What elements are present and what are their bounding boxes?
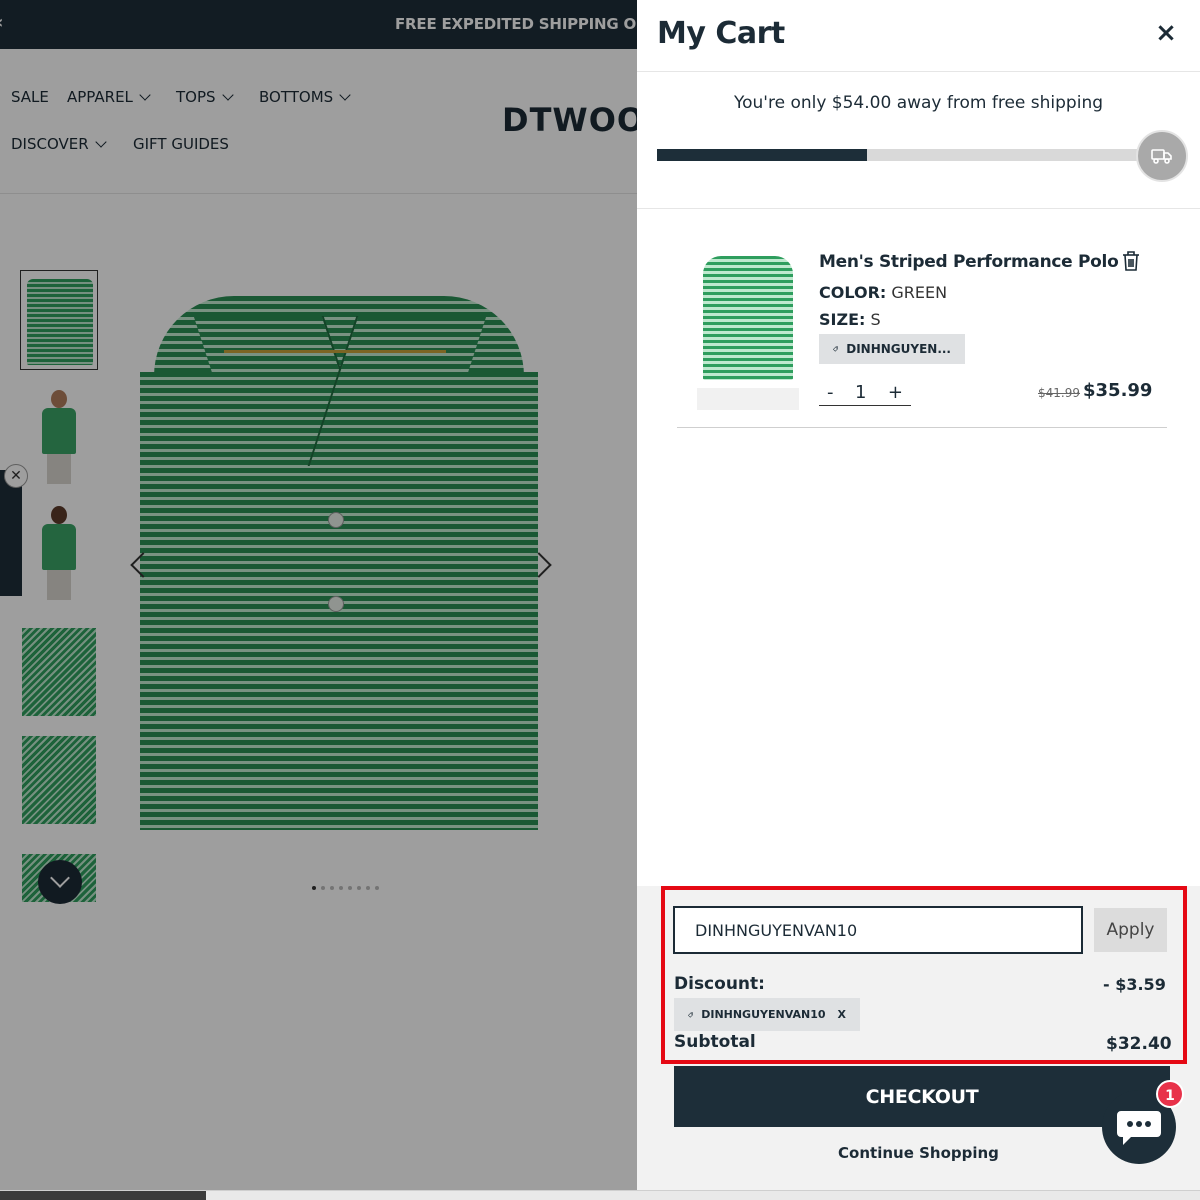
subtotal-label: Subtotal <box>674 1032 756 1052</box>
sale-price: $35.99 <box>1083 380 1153 401</box>
horizontal-scrollbar[interactable] <box>0 1190 1200 1200</box>
divider <box>637 208 1200 209</box>
item-discount-chip: DINHNGUYEN... <box>819 334 965 364</box>
cart-header: My Cart × <box>637 0 1200 72</box>
cart-item-name[interactable]: Men's Striped Performance Polo <box>819 252 1119 272</box>
cart-drawer: My Cart × You're only $54.00 away from f… <box>637 0 1200 1200</box>
color-value: GREEN <box>891 283 948 302</box>
qty-plus-button[interactable]: + <box>888 382 903 403</box>
original-price: $41.99 <box>1038 386 1080 400</box>
checkout-button[interactable]: CHECKOUT <box>674 1066 1170 1127</box>
tag-icon <box>688 1012 694 1018</box>
chat-icon <box>1117 1111 1161 1145</box>
size-label: SIZE: <box>819 310 866 329</box>
close-cart-button[interactable]: × <box>1151 18 1181 48</box>
cart-item-image[interactable] <box>697 246 799 410</box>
cart-item-size: SIZE: S <box>819 310 881 329</box>
cart-item-color: COLOR: GREEN <box>819 283 947 302</box>
truck-icon <box>1136 130 1188 182</box>
trash-icon[interactable] <box>1121 250 1143 274</box>
discount-code-input[interactable] <box>673 906 1083 954</box>
item-discount-code: DINHNGUYEN... <box>846 342 951 356</box>
chat-unread-badge: 1 <box>1156 1080 1184 1108</box>
qty-value[interactable]: 1 <box>855 382 866 403</box>
shipping-progress-bar <box>657 149 1157 161</box>
shipping-progress-fill <box>657 149 867 161</box>
discount-label: Discount: <box>674 974 765 994</box>
scrollbar-thumb[interactable] <box>0 1191 206 1200</box>
qty-minus-button[interactable]: - <box>827 382 834 403</box>
page-dim-overlay[interactable] <box>0 0 637 1200</box>
applied-discount-code: DINHNGUYENVAN10 <box>701 1008 826 1021</box>
tag-icon <box>833 346 839 352</box>
apply-discount-button[interactable]: Apply <box>1094 908 1167 952</box>
subtotal-value: $32.40 <box>1106 1034 1172 1054</box>
remove-discount-button[interactable]: X <box>838 1008 846 1021</box>
cart-line-item: Men's Striped Performance Polo COLOR: GR… <box>677 240 1167 428</box>
cart-title: My Cart <box>657 16 785 51</box>
free-shipping-message: You're only $54.00 away from free shippi… <box>733 93 1104 113</box>
color-label: COLOR: <box>819 283 887 302</box>
quantity-stepper: - 1 + <box>819 380 911 406</box>
applied-discount-chip: DINHNGUYENVAN10 X <box>674 998 860 1031</box>
size-value: S <box>870 310 881 329</box>
discount-amount: - $3.59 <box>1103 975 1166 994</box>
